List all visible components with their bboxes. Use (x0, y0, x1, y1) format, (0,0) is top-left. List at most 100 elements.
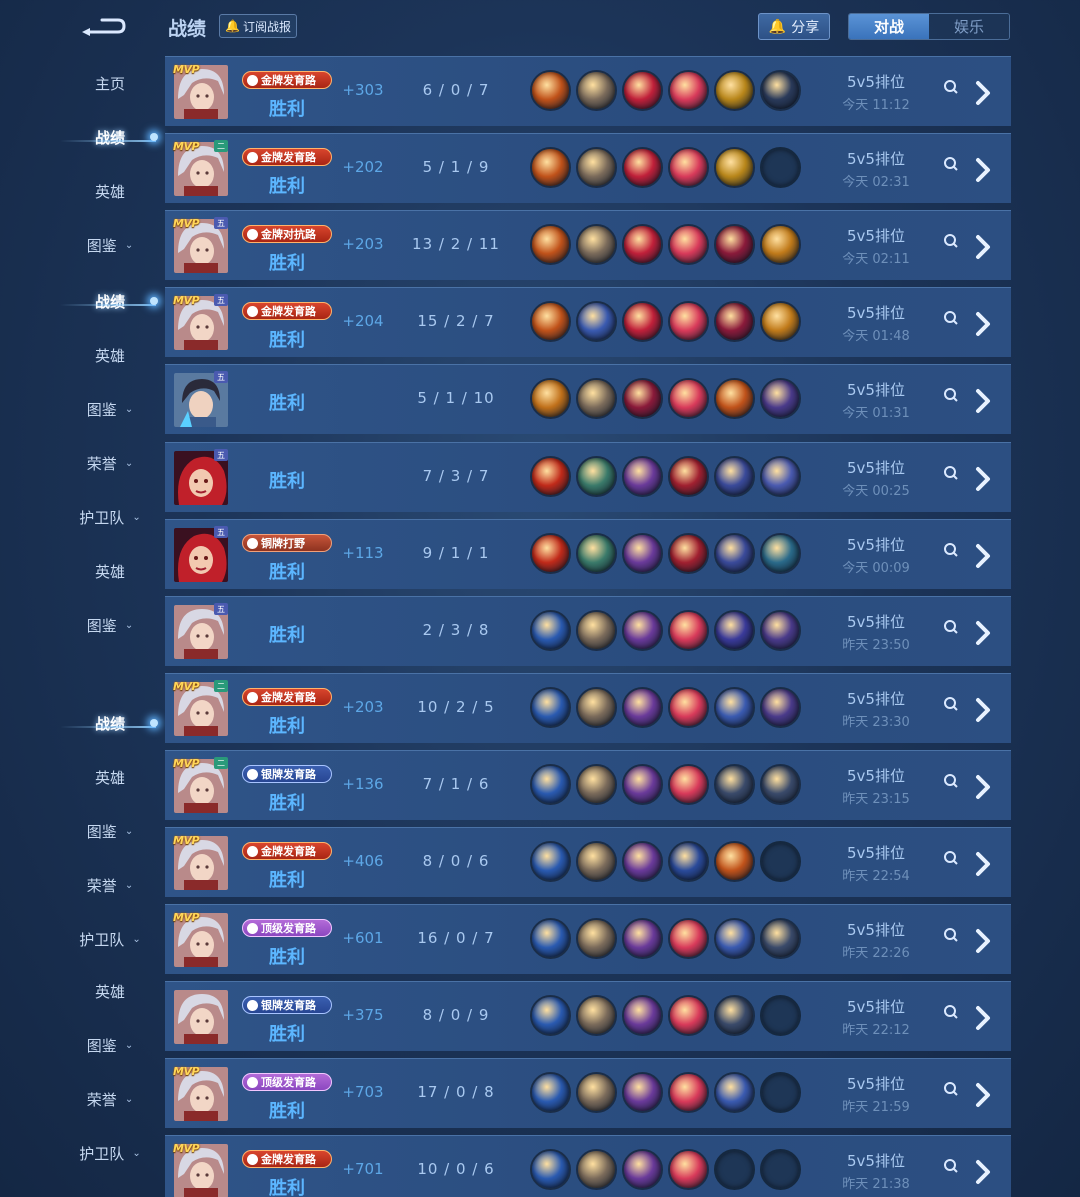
chevron-right-icon[interactable] (973, 387, 993, 415)
sidebar-item-label: 主页 (94, 74, 125, 93)
sidebar-item[interactable]: 护卫队 ⌄ (60, 1138, 160, 1168)
chevron-right-icon[interactable] (973, 233, 993, 261)
tab-entertainment[interactable]: 娱乐 (929, 14, 1009, 39)
match-result: 胜利 (269, 330, 305, 351)
chevron-right-icon[interactable] (973, 1004, 993, 1032)
replay-icon[interactable] (943, 927, 959, 943)
match-row[interactable]: MVP 金牌发育路 胜利 +701 10 / 0 / 6 5v5排位 昨天 21:38 (165, 1135, 1011, 1197)
sidebar-item[interactable]: 英雄 (60, 762, 160, 792)
equipment-icon (576, 1149, 617, 1190)
replay-icon[interactable] (943, 542, 959, 558)
match-row[interactable]: MVP 顶级发育路 胜利 +601 16 / 0 / 7 5v5排位 昨天 22:26 (165, 904, 1011, 974)
match-row[interactable]: MVP 五金牌对抗路 胜利 +203 13 / 2 / 11 5v5排位 今天 02:11 (165, 210, 1011, 280)
match-row[interactable]: MVP 二银牌发育路 胜利 +136 7 / 1 / 6 5v5排位 昨天 23:15 (165, 750, 1011, 820)
replay-icon[interactable] (943, 387, 959, 403)
sidebar-item-label: 护卫队 (79, 1144, 125, 1163)
match-row[interactable]: MVP 顶级发育路 胜利 +703 17 / 0 / 8 5v5排位 昨天 21:59 (165, 1058, 1011, 1128)
kda: 7 / 3 / 7 (422, 467, 490, 485)
sidebar-item[interactable]: 战绩 (60, 708, 160, 738)
back-arrow-icon[interactable] (78, 12, 130, 40)
share-button[interactable]: 🔔 分享 (758, 13, 830, 40)
match-row[interactable]: 五胜利 7 / 3 / 7 5v5排位 今天 00:25 (165, 442, 1011, 512)
replay-icon[interactable] (943, 310, 959, 326)
sidebar-item[interactable]: 战绩 (60, 122, 160, 152)
sidebar-item[interactable]: 图鉴 ⌄ (60, 610, 160, 640)
sidebar-item[interactable]: 英雄 (60, 340, 160, 370)
position-badge: 铜牌打野 (242, 534, 332, 552)
sidebar-item[interactable]: 英雄 (60, 976, 160, 1006)
rank-tag: 五 (214, 217, 228, 229)
sidebar-item[interactable]: 图鉴 ⌄ (60, 230, 160, 260)
kda: 13 / 2 / 11 (412, 235, 500, 253)
match-row[interactable]: 银牌发育路 胜利 +375 8 / 0 / 9 5v5排位 昨天 22:12 (165, 981, 1011, 1051)
sidebar-item[interactable]: 图鉴 ⌄ (60, 1030, 160, 1060)
equipment-icon (668, 378, 709, 419)
match-row[interactable]: 五胜利 5 / 1 / 10 5v5排位 今天 01:31 (165, 364, 1011, 434)
replay-icon[interactable] (943, 1004, 959, 1020)
match-row[interactable]: MVP 五金牌发育路 胜利 +204 15 / 2 / 7 5v5排位 今天 01:48 (165, 287, 1011, 357)
position-badge-label: 金牌发育路 (261, 305, 316, 318)
sidebar-item[interactable]: 荣誉 ⌄ (60, 870, 160, 900)
replay-icon[interactable] (943, 850, 959, 866)
match-row[interactable]: MVP 二金牌发育路 胜利 +202 5 / 1 / 9 5v5排位 今天 02:31 (165, 133, 1011, 203)
score-gain: +701 (342, 1160, 384, 1178)
match-row[interactable]: 五铜牌打野 胜利 +113 9 / 1 / 1 5v5排位 今天 00:09 (165, 519, 1011, 589)
kda: 9 / 1 / 1 (422, 544, 490, 562)
match-row[interactable]: MVP 二金牌发育路 胜利 +203 10 / 2 / 5 5v5排位 昨天 23:30 (165, 673, 1011, 743)
match-time: 今天 00:25 (842, 484, 910, 499)
chevron-right-icon[interactable] (973, 619, 993, 647)
position-badge-label: 银牌发育路 (261, 999, 316, 1012)
equipment-icon (576, 841, 617, 882)
sidebar-item[interactable]: 英雄 (60, 176, 160, 206)
replay-icon[interactable] (943, 1158, 959, 1174)
sidebar-item[interactable]: 护卫队 ⌄ (60, 502, 160, 532)
sidebar-item[interactable]: 护卫队 ⌄ (60, 924, 160, 954)
sidebar-item[interactable]: 图鉴 ⌄ (60, 394, 160, 424)
chevron-right-icon[interactable] (973, 696, 993, 724)
equipment-icon (530, 841, 571, 882)
sidebar-item[interactable]: 荣誉 ⌄ (60, 1084, 160, 1114)
chevron-right-icon[interactable] (973, 79, 993, 107)
badge-emblem-icon (247, 305, 258, 317)
equipment-icon (622, 841, 663, 882)
chevron-right-icon[interactable] (973, 542, 993, 570)
match-row[interactable]: 五胜利 2 / 3 / 8 5v5排位 昨天 23:50 (165, 596, 1011, 666)
subscribe-report-button[interactable]: 🔔 订阅战报 (219, 14, 297, 38)
chevron-right-icon[interactable] (973, 850, 993, 878)
replay-icon[interactable] (943, 465, 959, 481)
replay-icon[interactable] (943, 79, 959, 95)
chevron-right-icon[interactable] (973, 465, 993, 493)
match-row[interactable]: MVP 金牌发育路 胜利 +406 8 / 0 / 6 5v5排位 昨天 22:54 (165, 827, 1011, 897)
replay-icon[interactable] (943, 233, 959, 249)
equipment-icon (622, 70, 663, 111)
sidebar-item[interactable]: 主页 (60, 68, 160, 98)
replay-icon[interactable] (943, 696, 959, 712)
replay-icon[interactable] (943, 1081, 959, 1097)
chevron-right-icon[interactable] (973, 1081, 993, 1109)
replay-icon[interactable] (943, 773, 959, 789)
chevron-right-icon[interactable] (973, 310, 993, 338)
sidebar-item[interactable]: 图鉴 ⌄ (60, 816, 160, 846)
chevron-right-icon[interactable] (973, 773, 993, 801)
badge-emblem-icon (247, 768, 258, 780)
sidebar-item[interactable]: 英雄 (60, 556, 160, 586)
equipment-icon (714, 533, 755, 574)
badge-emblem-icon (247, 922, 258, 934)
chevron-right-icon[interactable] (973, 156, 993, 184)
chevron-right-icon[interactable] (973, 927, 993, 955)
game-mode: 5v5排位 (847, 998, 905, 1016)
equipment-icon (622, 533, 663, 574)
replay-icon[interactable] (943, 619, 959, 635)
share-label: 分享 (791, 19, 820, 36)
sidebar-item[interactable]: 战绩 (60, 286, 160, 316)
equipment-icon (668, 70, 709, 111)
match-result: 胜利 (269, 870, 305, 891)
replay-icon[interactable] (943, 156, 959, 172)
match-row[interactable]: MVP 金牌发育路 胜利 +303 6 / 0 / 7 5v5排位 今天 11:12 (165, 56, 1011, 126)
tab-battle[interactable]: 对战 (849, 14, 929, 39)
chevron-down-icon: ⌄ (124, 239, 134, 251)
chevron-right-icon[interactable] (973, 1158, 993, 1186)
badge-emblem-icon (247, 537, 258, 549)
sidebar-item[interactable]: 荣誉 ⌄ (60, 448, 160, 478)
position-badge: 金牌发育路 (242, 71, 332, 89)
